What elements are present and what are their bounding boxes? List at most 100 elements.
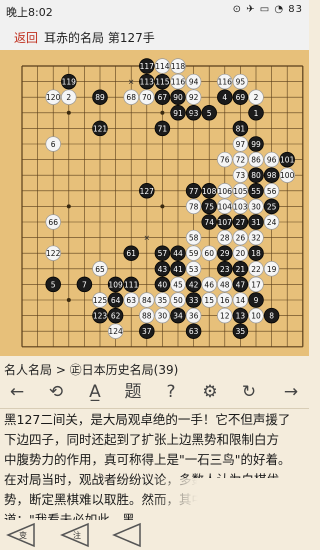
go-board-area[interactable]: 117 114 118 113 115 116 119 94 116 95 120 2 89 68 70 67…: [0, 50, 309, 356]
white-stone[interactable]: 50: [170, 292, 186, 308]
black-stone[interactable]: 27: [232, 214, 249, 230]
white-stone[interactable]: 72: [232, 151, 249, 168]
black-stone[interactable]: 1: [248, 105, 264, 121]
white-stone[interactable]: 26: [232, 229, 249, 246]
white-stone[interactable]: 58: [185, 229, 202, 246]
help-icon[interactable]: ?: [160, 380, 182, 404]
black-stone[interactable]: 41: [170, 261, 186, 277]
black-stone[interactable]: 4: [217, 89, 233, 105]
white-stone[interactable]: 103: [232, 198, 249, 215]
black-stone[interactable]: 13: [232, 307, 249, 324]
black-stone[interactable]: 21: [232, 261, 249, 277]
white-stone[interactable]: 76: [217, 151, 233, 168]
white-stone[interactable]: 116: [170, 73, 186, 90]
white-stone[interactable]: 24: [263, 214, 280, 230]
black-stone[interactable]: 63: [185, 323, 202, 339]
black-stone[interactable]: 80: [248, 167, 264, 183]
black-stone[interactable]: 108: [201, 183, 217, 199]
black-stone[interactable]: 9: [248, 292, 264, 308]
white-stone[interactable]: 17: [248, 276, 264, 293]
white-stone[interactable]: 63: [123, 292, 139, 308]
black-stone[interactable]: 98: [263, 167, 280, 183]
black-stone[interactable]: 5: [201, 105, 217, 121]
black-stone[interactable]: 109: [107, 276, 124, 293]
next-arrow-icon[interactable]: →: [280, 380, 302, 404]
black-stone[interactable]: 25: [263, 198, 280, 215]
black-stone[interactable]: 64: [107, 292, 124, 308]
white-stone[interactable]: 96: [263, 151, 280, 168]
black-stone[interactable]: 23: [217, 261, 233, 277]
white-stone[interactable]: 114: [154, 58, 171, 74]
white-stone[interactable]: 35: [154, 292, 171, 308]
black-stone[interactable]: 115: [154, 73, 171, 90]
breadcrumb-text[interactable]: 名人名局 > ㊣日本历史名局(39): [4, 361, 178, 378]
white-stone[interactable]: 16: [217, 292, 233, 308]
white-stone[interactable]: 56: [263, 183, 280, 199]
white-stone[interactable]: 78: [185, 198, 202, 215]
black-stone[interactable]: 113: [139, 73, 155, 90]
white-stone[interactable]: 122: [45, 245, 61, 261]
black-stone[interactable]: 18: [248, 245, 264, 261]
black-stone[interactable]: 121: [92, 120, 108, 137]
white-stone[interactable]: 12: [217, 307, 233, 324]
white-stone[interactable]: 84: [139, 292, 155, 308]
black-stone[interactable]: 5: [45, 276, 61, 293]
black-stone[interactable]: 67: [154, 89, 171, 105]
white-stone[interactable]: 10: [248, 307, 264, 324]
prev-arrow-icon[interactable]: ←: [6, 380, 28, 404]
black-stone[interactable]: 43: [154, 261, 171, 277]
white-stone[interactable]: 66: [45, 214, 61, 230]
black-stone[interactable]: 89: [92, 89, 108, 105]
black-stone[interactable]: 123: [92, 307, 108, 324]
black-stone[interactable]: 101: [279, 151, 295, 168]
white-stone[interactable]: 20: [232, 245, 249, 261]
black-stone[interactable]: 42: [185, 276, 202, 293]
white-stone[interactable]: 124: [107, 323, 124, 339]
go-board[interactable]: 117 114 118113 115 116119 94 116 95120 2 89 68 70 67…: [0, 50, 309, 356]
white-stone[interactable]: 22: [248, 261, 264, 277]
back-button[interactable]: 返回: [14, 29, 38, 46]
problem-icon[interactable]: 题: [122, 380, 144, 404]
black-stone[interactable]: 31: [248, 214, 264, 230]
white-stone[interactable]: 65: [92, 261, 108, 277]
white-stone[interactable]: 125: [92, 292, 108, 308]
rotate-icon[interactable]: ↻: [238, 380, 260, 404]
white-stone[interactable]: 2: [248, 89, 264, 105]
white-stone[interactable]: 46: [201, 276, 217, 293]
black-stone[interactable]: 47: [232, 276, 249, 293]
white-stone[interactable]: 70: [139, 89, 155, 105]
breadcrumb[interactable]: 名人名局 > ㊣日本历史名局(39): [0, 358, 309, 378]
white-stone[interactable]: 15: [201, 292, 217, 308]
white-stone[interactable]: 19: [263, 261, 280, 277]
white-stone[interactable]: 30: [248, 198, 264, 215]
black-stone[interactable]: 33: [185, 292, 202, 308]
black-stone[interactable]: 69: [232, 89, 249, 105]
white-stone[interactable]: 120: [45, 89, 61, 105]
white-stone[interactable]: 60: [201, 245, 217, 261]
black-stone[interactable]: 77: [185, 183, 202, 199]
white-stone[interactable]: 28: [217, 229, 233, 246]
black-stone[interactable]: 90: [170, 89, 186, 105]
white-stone[interactable]: 100: [279, 167, 295, 183]
black-stone[interactable]: 55: [248, 183, 264, 199]
black-stone[interactable]: 34: [170, 307, 186, 324]
black-stone[interactable]: 99: [248, 136, 264, 152]
white-stone[interactable]: 105: [232, 183, 249, 199]
black-stone[interactable]: 107: [217, 214, 233, 230]
black-stone[interactable]: 8: [263, 307, 280, 324]
black-stone[interactable]: 117: [139, 58, 155, 74]
black-stone[interactable]: 81: [232, 120, 249, 137]
white-stone[interactable]: 97: [232, 136, 249, 152]
white-stone[interactable]: 30: [154, 307, 171, 324]
black-stone[interactable]: 7: [76, 276, 93, 293]
white-stone[interactable]: 88: [139, 307, 155, 324]
white-stone[interactable]: 86: [248, 151, 264, 168]
font-size-icon[interactable]: A̲: [84, 380, 106, 404]
black-stone[interactable]: 29: [217, 245, 233, 261]
white-stone[interactable]: 2: [61, 89, 77, 105]
black-stone[interactable]: 57: [154, 245, 171, 261]
settings-icon[interactable]: ⚙: [199, 380, 221, 404]
white-stone[interactable]: 73: [232, 167, 249, 183]
white-stone[interactable]: 68: [123, 89, 139, 105]
white-stone[interactable]: 95: [232, 73, 249, 90]
